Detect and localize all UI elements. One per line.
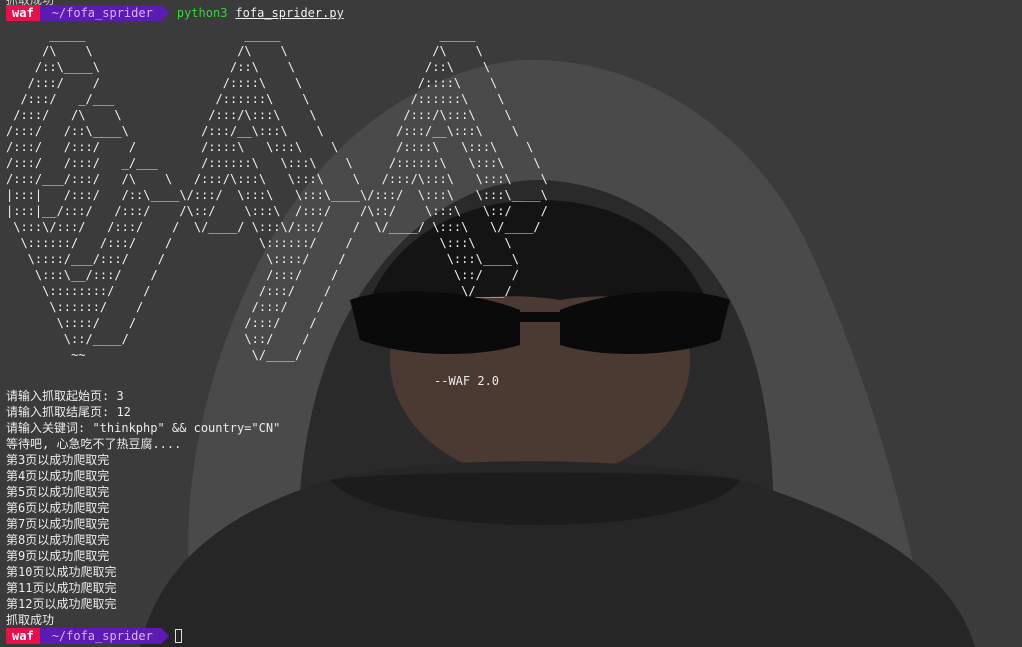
output-line: 第6页以成功爬取完	[6, 501, 110, 515]
ascii-art-row: /:::/ / /::::\ \ /::::\ \	[6, 76, 498, 90]
ascii-art-row: \::::/___/:::/ / \::::/ / \:::\____\	[6, 252, 519, 266]
ascii-art-row: |:::|__/:::/ /:::/ /\::/ \:::\ /:::/ /\:…	[6, 204, 548, 218]
prompt-directory-segment: ~/fofa_sprider	[39, 5, 170, 21]
prompt-user-segment: waf	[6, 628, 48, 644]
ascii-art-row: ~~ \/____/	[6, 348, 303, 362]
prompt-user-segment: waf	[6, 5, 48, 21]
output-line: 第11页以成功爬取完	[6, 581, 117, 595]
ascii-art-row: /:::/___/:::/ /\ \ /:::/\:::\ \:::\ \ /:…	[6, 172, 548, 186]
output-line: 请输入关键词: "thinkphp" && country="CN"	[6, 421, 281, 435]
ascii-art-row: /::\____\ /::\ \ /::\ \	[6, 60, 491, 74]
shell-prompt-bottom: waf ~/fofa_sprider	[6, 628, 182, 644]
text-cursor[interactable]	[174, 629, 182, 643]
ascii-art-row: \::::/ / /:::/ /	[6, 316, 317, 330]
ascii-art-row: /:::/ /:::/ _/___ /::::::\ \:::\ \ /::::…	[6, 156, 541, 170]
ascii-art-row: |:::| /:::/ /::\____\/:::/ \:::\ \:::\__…	[6, 188, 548, 202]
prompt-directory-segment: ~/fofa_sprider	[39, 628, 170, 644]
ascii-art-row: /\ \ /\ \ /\ \	[6, 44, 483, 58]
ascii-art-row: /:::/ /::\____\ /:::/__\:::\ \ /:::/__\:…	[6, 124, 519, 138]
output-line: 第9页以成功爬取完	[6, 549, 110, 563]
ascii-art-banner: _____ _____ _____ /\ \ /\ \ /\ \ /::\___…	[6, 27, 548, 363]
version-label: --WAF 2.0	[434, 374, 500, 388]
ascii-art-row: /:::/ /\ \ /:::/\:::\ \ /:::/\:::\ \	[6, 108, 512, 122]
ascii-art-row: \::::::/ /:::/ / \::::::/ / \:::\ \	[6, 236, 512, 250]
output-line: 第5页以成功爬取完	[6, 485, 110, 499]
command-argument: fofa_sprider.py	[235, 6, 344, 20]
output-line: 等待吧, 心急吃不了热豆腐....	[6, 437, 182, 451]
output-line: 抓取成功	[6, 613, 55, 627]
ascii-art-row: /:::/ _/___ /::::::\ \ /::::::\ \	[6, 92, 505, 106]
ascii-art-row: \::::::/ / /:::/ /	[6, 300, 324, 314]
ascii-art-row: \:::\__/:::/ / /:::/ / \::/ /	[6, 268, 519, 282]
output-line: 第4页以成功爬取完	[6, 469, 110, 483]
shell-prompt-top: waf ~/fofa_sprider python3 fofa_sprider.…	[6, 5, 344, 21]
output-line: 第10页以成功爬取完	[6, 565, 117, 579]
ascii-art-row: \:::\/:::/ /:::/ / \/____/ \:::\/:::/ / …	[6, 220, 541, 234]
output-line: 第3页以成功爬取完	[6, 453, 110, 467]
ascii-art-row: /:::/ /:::/ / /::::\ \:::\ \ /::::\ \:::…	[6, 140, 534, 154]
output-line: 第12页以成功爬取完	[6, 597, 117, 611]
output-line: 第7页以成功爬取完	[6, 517, 110, 531]
ascii-art-row: \::/____/ \::/ /	[6, 332, 310, 346]
terminal-window: 抓取成功 waf ~/fofa_sprider python3 fofa_spr…	[0, 0, 1022, 647]
output-line: 请输入抓取起始页: 3	[6, 389, 124, 403]
output-line: 请输入抓取结尾页: 12	[6, 405, 131, 419]
ascii-art-row: \::::::::/ / /:::/ / \/____/	[6, 284, 512, 298]
command-text: python3	[176, 6, 228, 20]
output-line: 第8页以成功爬取完	[6, 533, 110, 547]
ascii-art-row: _____ _____ _____	[6, 28, 476, 42]
